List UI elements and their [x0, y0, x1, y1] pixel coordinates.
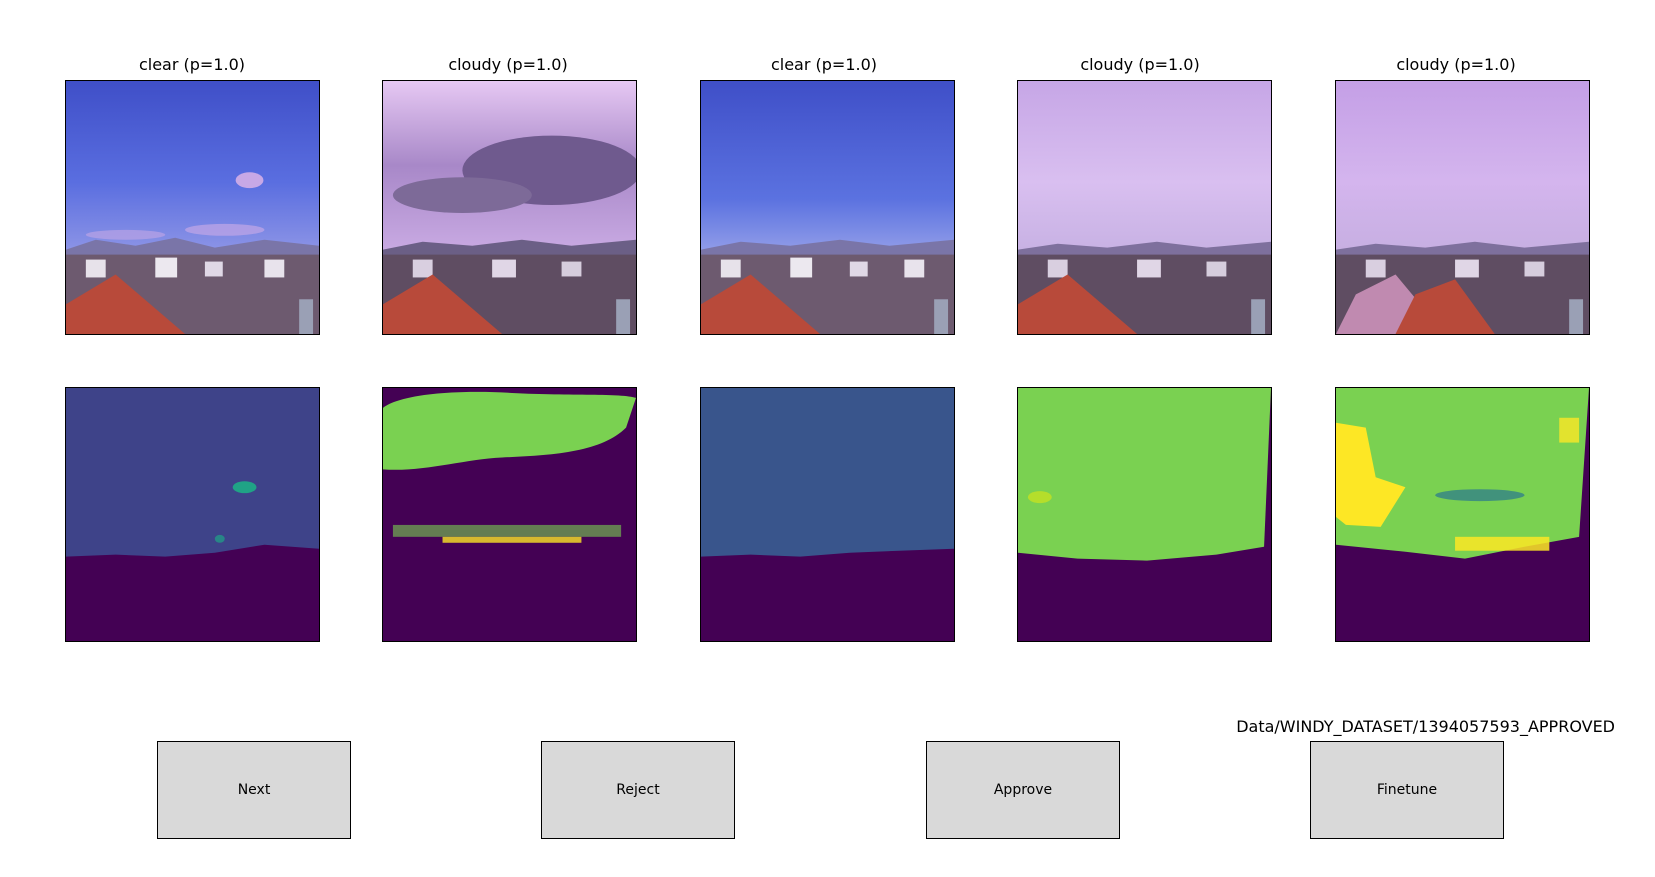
sky-image-3	[700, 80, 955, 335]
finetune-button[interactable]: Finetune	[1310, 741, 1504, 839]
mask-image-4	[1017, 387, 1272, 642]
panel-title-5: cloudy (p=1.0)	[1396, 55, 1516, 74]
panel-title-1: clear (p=1.0)	[138, 55, 246, 74]
panel-title-4: cloudy (p=1.0)	[1080, 55, 1200, 74]
sky-image-2	[382, 80, 637, 335]
approve-button[interactable]: Approve	[926, 741, 1120, 839]
mask-image-3	[700, 387, 955, 642]
sky-image-1	[65, 80, 320, 335]
mask-image-1	[65, 387, 320, 642]
sky-image-4	[1017, 80, 1272, 335]
mask-image-2	[382, 387, 637, 642]
reject-button[interactable]: Reject	[541, 741, 735, 839]
panel-title-3: clear (p=1.0)	[770, 55, 878, 74]
next-button[interactable]: Next	[157, 741, 351, 839]
sky-image-5	[1335, 80, 1590, 335]
panel-title-2: cloudy (p=1.0)	[448, 55, 568, 74]
mask-image-5	[1335, 387, 1590, 642]
file-path-label: Data/WINDY_DATASET/1394057593_APPROVED	[1236, 717, 1615, 736]
